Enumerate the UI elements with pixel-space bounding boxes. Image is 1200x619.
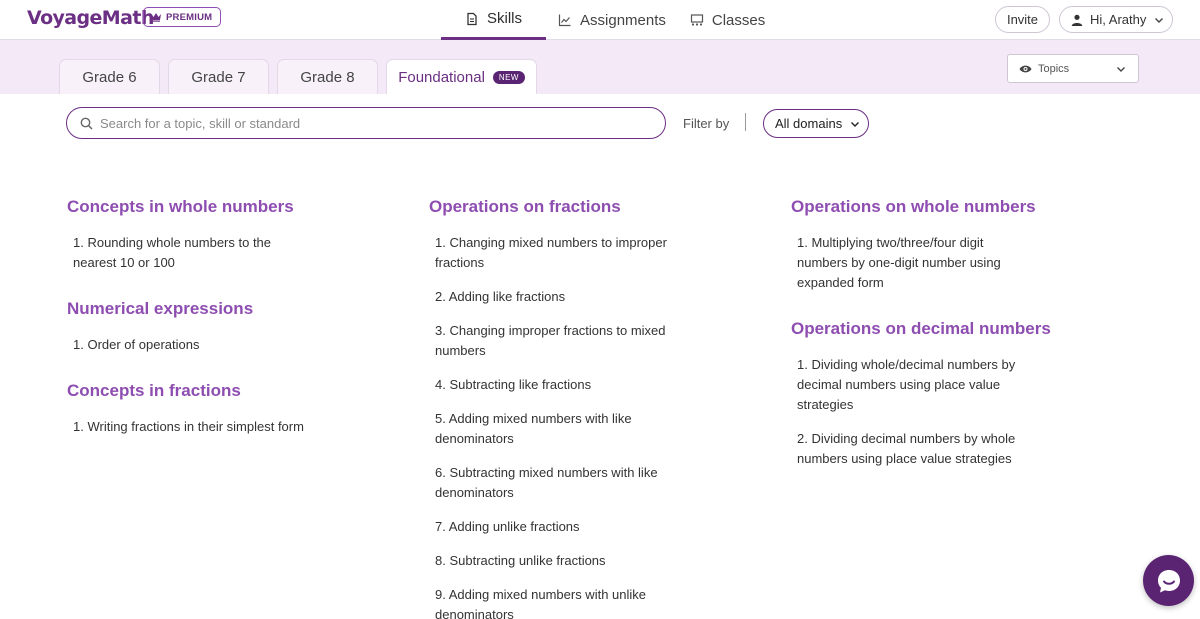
skill-item[interactable]: 1. Dividing whole/decimal numbers by dec…	[797, 355, 1037, 415]
topic-section: Operations on fractions 1. Changing mixe…	[429, 197, 719, 619]
skill-item[interactable]: 7. Adding unlike fractions	[435, 517, 675, 537]
chevron-down-icon	[1117, 67, 1125, 72]
topic-title[interactable]: Operations on decimal numbers	[791, 319, 1081, 339]
skill-item[interactable]: 1. Changing mixed numbers to improper fr…	[435, 233, 675, 273]
skill-item[interactable]: 4. Subtracting like fractions	[435, 375, 675, 395]
topic-title[interactable]: Operations on fractions	[429, 197, 719, 217]
skill-item[interactable]: 1. Rounding whole numbers to the nearest…	[73, 233, 313, 273]
topic-section: Numerical expressions 1. Order of operat…	[67, 299, 357, 355]
tab-foundational[interactable]: Foundational NEW	[386, 59, 537, 94]
skill-item[interactable]: 2. Adding like fractions	[435, 287, 675, 307]
skill-item[interactable]: 1. Multiplying two/three/four digit numb…	[797, 233, 1037, 293]
tab-grade-6[interactable]: Grade 6	[59, 59, 160, 94]
skill-item[interactable]: 9. Adding mixed numbers with unlike deno…	[435, 585, 675, 619]
tab-foundational-label: Foundational	[398, 68, 485, 86]
skills-column-1: Concepts in whole numbers 1. Rounding wh…	[67, 197, 357, 451]
topics-label: Topics	[1038, 62, 1070, 75]
user-menu[interactable]: Hi, Arathy	[1059, 6, 1173, 33]
brand-logo[interactable]: VoyageMath	[27, 7, 154, 29]
classes-icon	[690, 14, 703, 26]
topic-title[interactable]: Numerical expressions	[67, 299, 357, 319]
tab-assignments[interactable]: Assignments	[546, 0, 678, 40]
document-icon	[467, 12, 477, 25]
premium-badge[interactable]: PREMIUM	[143, 7, 222, 27]
domains-dropdown[interactable]: All domains	[763, 109, 869, 138]
user-icon	[1071, 14, 1083, 26]
tab-classes[interactable]: Classes	[678, 0, 777, 40]
topic-section: Operations on whole numbers 1. Multiplyi…	[791, 197, 1081, 293]
grade-band: Grade 6 Grade 7 Grade 8 Foundational NEW…	[0, 40, 1200, 94]
eye-icon	[1019, 65, 1032, 72]
chat-button[interactable]	[1143, 555, 1194, 606]
topic-title[interactable]: Concepts in fractions	[67, 381, 357, 401]
filter-label: Filter by	[683, 116, 730, 131]
tab-grade-7[interactable]: Grade 7	[168, 59, 269, 94]
tab-skills[interactable]: Skills	[441, 0, 547, 40]
tab-classes-label: Classes	[711, 11, 766, 29]
skill-item[interactable]: 8. Subtracting unlike fractions	[435, 551, 675, 571]
chat-icon	[1157, 569, 1180, 592]
tab-skills-label: Skills	[487, 10, 523, 27]
topic-section: Operations on decimal numbers 1. Dividin…	[791, 319, 1081, 469]
skill-item[interactable]: 2. Dividing decimal numbers by whole num…	[797, 429, 1037, 469]
divider	[745, 113, 746, 131]
premium-label: PREMIUM	[166, 11, 213, 23]
crown-icon	[151, 13, 161, 22]
new-badge: NEW	[492, 70, 525, 84]
topic-title[interactable]: Concepts in whole numbers	[67, 197, 357, 217]
tab-assignments-label: Assignments	[580, 11, 666, 29]
skills-column-2: Operations on fractions 1. Changing mixe…	[429, 197, 719, 619]
topic-section: Concepts in whole numbers 1. Rounding wh…	[67, 197, 357, 273]
main-tabs: Skills Assignments Classes	[441, 0, 777, 40]
user-greeting: Hi, Arathy	[1090, 12, 1147, 27]
search-icon	[80, 117, 93, 130]
tab-grade-8[interactable]: Grade 8	[277, 59, 378, 94]
grade-tabs: Grade 6 Grade 7 Grade 8 Foundational NEW	[59, 59, 537, 94]
skill-item[interactable]: 3. Changing improper fractions to mixed …	[435, 321, 675, 361]
chevron-down-icon	[851, 121, 860, 127]
skill-item[interactable]: 5. Adding mixed numbers with like denomi…	[435, 409, 675, 449]
top-navigation-bar: VoyageMath PREMIUM Skills Assignments Cl…	[0, 0, 1200, 40]
domains-selected: All domains	[775, 116, 843, 131]
skill-item[interactable]: 1. Writing fractions in their simplest f…	[73, 417, 313, 437]
chart-icon	[558, 14, 571, 27]
invite-button[interactable]: Invite	[995, 6, 1050, 33]
topics-dropdown[interactable]: Topics	[1007, 54, 1139, 83]
search-bar[interactable]	[66, 107, 666, 139]
chevron-down-icon	[1155, 17, 1164, 23]
topic-title[interactable]: Operations on whole numbers	[791, 197, 1081, 217]
skill-item[interactable]: 6. Subtracting mixed numbers with like d…	[435, 463, 675, 503]
search-input[interactable]	[100, 115, 640, 131]
skills-column-3: Operations on whole numbers 1. Multiplyi…	[791, 197, 1081, 483]
topic-section: Concepts in fractions 1. Writing fractio…	[67, 381, 357, 437]
skill-item[interactable]: 1. Order of operations	[73, 335, 313, 355]
